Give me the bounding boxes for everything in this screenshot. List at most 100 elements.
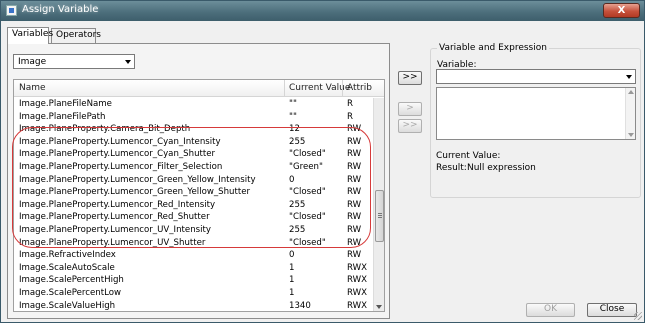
- column-divider[interactable]: [342, 80, 343, 97]
- cell-attrib: RW: [347, 199, 362, 210]
- cell-value: 0: [289, 250, 295, 261]
- cell-attrib: RW: [347, 224, 362, 235]
- chevron-down-icon: [125, 60, 131, 64]
- cell-name: Image.RefractiveIndex: [19, 250, 116, 261]
- column-divider[interactable]: [284, 80, 285, 97]
- next-button[interactable]: >: [398, 102, 422, 116]
- grip-line: [378, 213, 382, 214]
- close-button[interactable]: Close: [587, 303, 637, 317]
- resize-grip[interactable]: [634, 312, 642, 320]
- table-row[interactable]: Image.PlaneProperty.Lumencor_Red_Intensi…: [14, 199, 372, 212]
- column-header-attrib[interactable]: Attrib: [347, 83, 372, 93]
- cell-name: Image.PlaneFileName: [19, 99, 112, 109]
- cell-attrib: RWX: [347, 300, 368, 311]
- cell-value: 255: [289, 136, 306, 147]
- table-row[interactable]: Image.PlaneProperty.Lumencor_Green_Yello…: [14, 174, 372, 187]
- cell-name: Image.PlaneProperty.Lumencor_UV_Shutter: [19, 237, 206, 248]
- current-value-label: Current Value:: [436, 151, 501, 161]
- cell-name: Image.PlaneProperty.Lumencor_Green_Yello…: [19, 174, 256, 185]
- cell-name: Image.PlaneProperty.Lumencor_Filter_Sele…: [19, 161, 223, 172]
- cell-attrib: RW: [347, 174, 362, 185]
- table-row[interactable]: Image.PlaneProperty.Lumencor_UV_Shutter "…: [14, 237, 372, 250]
- assign-variable-dialog: Assign Variable X Variables Operators Im…: [0, 0, 645, 323]
- cell-name: Image.PlaneProperty.Lumencor_Green_Yello…: [19, 187, 251, 198]
- expression-scrollbar[interactable]: [625, 88, 635, 139]
- table-row[interactable]: Image.PlaneFilePath "" R: [14, 111, 372, 124]
- cell-value: 0: [289, 174, 295, 185]
- insert-variable-button[interactable]: >>: [398, 71, 422, 85]
- category-dropdown[interactable]: Image: [13, 54, 135, 69]
- ok-button[interactable]: OK: [526, 303, 575, 317]
- column-header-name[interactable]: Name: [19, 83, 46, 93]
- cell-value: 255: [289, 199, 306, 210]
- cell-name: Image.PlaneProperty.Lumencor_Red_Shutter: [19, 212, 210, 223]
- cell-value: "Green": [289, 161, 323, 172]
- cell-attrib: RW: [347, 250, 362, 261]
- table-row[interactable]: Image.PlaneProperty.Lumencor_Cyan_Intens…: [14, 136, 372, 149]
- tab-operators[interactable]: Operators: [51, 28, 101, 43]
- cell-name: Image.PlaneProperty.Lumencor_Cyan_Shutte…: [19, 149, 216, 160]
- table-scrollbar[interactable]: [373, 98, 384, 311]
- cell-name: Image.PlaneProperty.Lumencor_Cyan_Intens…: [19, 136, 221, 147]
- scroll-down-icon[interactable]: [376, 305, 382, 309]
- table-row[interactable]: Image.PlaneProperty.Lumencor_Filter_Sele…: [14, 161, 372, 174]
- cell-value: 12: [289, 124, 300, 135]
- table-row[interactable]: Image.PlaneProperty.Camera_Bit_Depth 12 RW: [14, 123, 372, 136]
- expression-textarea[interactable]: [436, 87, 636, 140]
- window-close-button[interactable]: X: [603, 3, 640, 18]
- last-button[interactable]: >>: [398, 119, 422, 133]
- variable-dropdown[interactable]: [436, 69, 636, 84]
- table-row[interactable]: Image.PlaneProperty.Lumencor_UV_Intensit…: [14, 224, 372, 237]
- category-selected-value: Image: [18, 57, 47, 67]
- table-row[interactable]: Image.ScalePercentHigh 1 RWX: [14, 274, 372, 287]
- scroll-down-icon[interactable]: [628, 133, 634, 137]
- result-label: Result:: [436, 163, 467, 173]
- cell-name: Image.PlaneProperty.Lumencor_Red_Intensi…: [19, 199, 216, 210]
- scroll-up-icon[interactable]: [628, 90, 634, 94]
- table-row[interactable]: Image.ScalePercentLow 1 RWX: [14, 287, 372, 300]
- cell-value: 1: [289, 262, 295, 273]
- table-row[interactable]: Image.RefractiveIndex 0 RW: [14, 249, 372, 262]
- cell-attrib: RWX: [347, 275, 368, 286]
- cell-value: "": [289, 111, 297, 122]
- variables-table: Name Current Value Attrib Image.PlaneFil…: [13, 79, 385, 312]
- grip-line: [378, 215, 382, 216]
- cell-value: "": [289, 99, 297, 109]
- result-value: Null expression: [467, 163, 536, 173]
- cell-name: Image.ScaleAutoScale: [19, 262, 115, 273]
- cell-attrib: RW: [347, 124, 362, 135]
- cell-value: 1340: [289, 300, 311, 311]
- tab-variables[interactable]: Variables: [7, 27, 53, 44]
- title-bar[interactable]: Assign Variable X: [1, 1, 644, 21]
- cell-name: Image.ScalePercentLow: [19, 287, 122, 298]
- cell-name: Image.PlaneFilePath: [19, 111, 106, 122]
- cell-attrib: RWX: [347, 262, 368, 273]
- group-title: Variable and Expression: [437, 43, 549, 53]
- table-row[interactable]: Image.PlaneFileName "" R: [14, 98, 372, 111]
- cell-value: 1: [289, 287, 295, 298]
- cell-name: Image.ScaleValueHigh: [19, 300, 116, 311]
- cell-value: "Closed": [289, 149, 326, 160]
- grip-line: [378, 217, 382, 218]
- window-title: Assign Variable: [22, 4, 99, 15]
- scrollbar-thumb[interactable]: [375, 190, 384, 242]
- table-row[interactable]: Image.PlaneProperty.Lumencor_Green_Yello…: [14, 186, 372, 199]
- cell-attrib: R: [347, 111, 353, 122]
- cell-value: 1: [289, 275, 295, 286]
- cell-attrib: RWX: [347, 287, 368, 298]
- cell-attrib: RW: [347, 161, 362, 172]
- cell-value: "Closed": [289, 187, 326, 198]
- cell-name: Image.PlaneProperty.Lumencor_UV_Intensit…: [19, 224, 211, 235]
- cell-attrib: RW: [347, 212, 362, 223]
- table-row[interactable]: Image.PlaneProperty.Lumencor_Cyan_Shutte…: [14, 148, 372, 161]
- table-body: Image.PlaneFileName "" R Image.PlaneFilePa…: [14, 98, 372, 312]
- table-row[interactable]: Image.ScaleValueHigh 1340 RWX: [14, 300, 372, 312]
- cell-value: "Closed": [289, 212, 326, 223]
- cell-value: "Closed": [289, 237, 326, 248]
- table-row[interactable]: Image.PlaneProperty.Lumencor_Red_Shutter…: [14, 211, 372, 224]
- chevron-down-icon: [626, 75, 632, 79]
- table-row[interactable]: Image.ScaleAutoScale 1 RWX: [14, 262, 372, 275]
- cell-value: 255: [289, 224, 306, 235]
- app-icon: [6, 5, 17, 16]
- table-header: Name Current Value Attrib: [14, 80, 384, 97]
